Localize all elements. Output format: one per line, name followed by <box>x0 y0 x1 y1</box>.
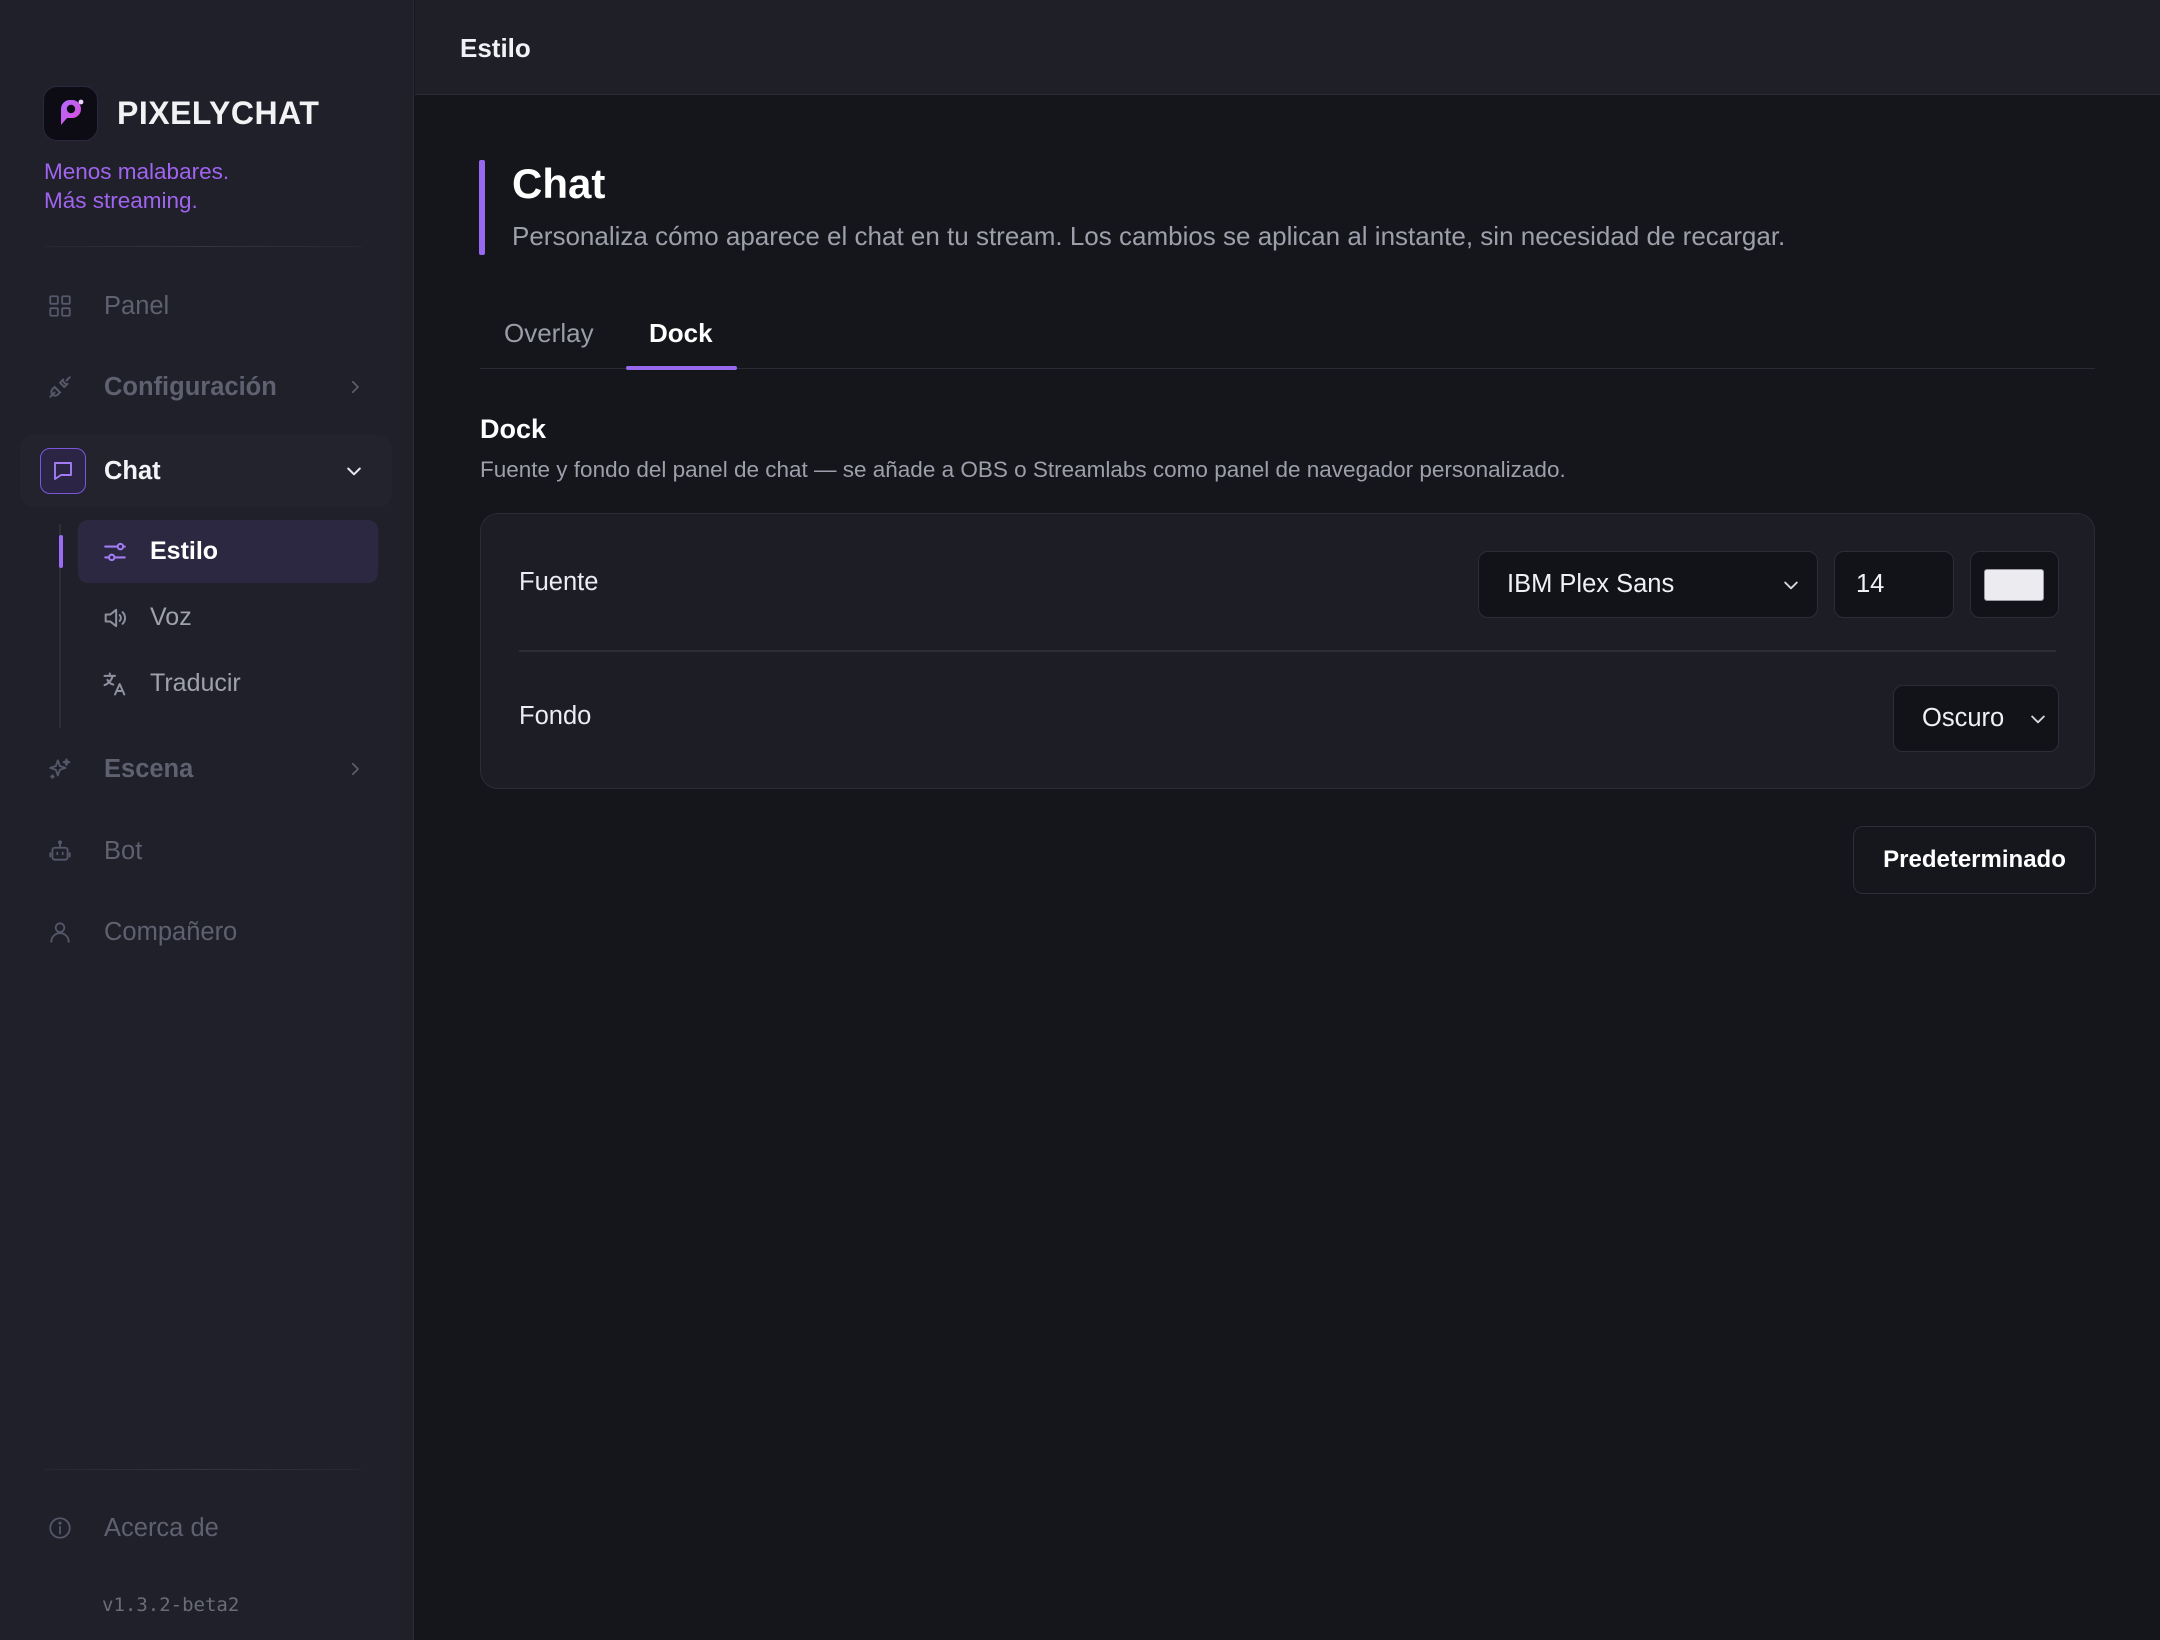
font-color-swatch <box>1984 569 2044 601</box>
font-family-value: IBM Plex Sans <box>1507 570 1675 598</box>
chevron-down-icon <box>1781 575 1801 595</box>
sidebar-item-bot[interactable]: Bot <box>20 815 392 887</box>
robot-icon <box>45 836 75 866</box>
sidebar-item-label: Panel <box>104 291 170 320</box>
topbar: Estilo <box>415 0 2160 95</box>
sidebar-item-escena[interactable]: Escena <box>20 733 392 805</box>
font-label: Fuente <box>519 568 599 596</box>
user-icon <box>45 917 75 947</box>
sliders-icon <box>100 537 130 567</box>
chevron-right-icon <box>346 378 364 396</box>
sidebar-item-panel[interactable]: Panel <box>20 270 392 342</box>
sidebar-subitem-estilo[interactable]: Estilo <box>78 520 378 583</box>
sidebar-subitem-traducir[interactable]: Traducir <box>78 652 378 715</box>
app-name: PIXELYCHAT <box>117 95 320 131</box>
sidebar-subitem-voz[interactable]: Voz <box>78 586 378 649</box>
translate-icon <box>100 669 130 699</box>
sidebar-footer-divider <box>44 1469 362 1470</box>
info-icon <box>45 1513 75 1543</box>
chevron-down-icon <box>344 461 364 481</box>
tabs: Overlay Dock <box>480 312 2095 370</box>
grid-icon <box>45 291 75 321</box>
plug-icon <box>45 372 75 402</box>
sidebar-divider <box>44 246 362 247</box>
page-title: Chat <box>512 160 606 207</box>
font-size-input[interactable]: 14 <box>1834 551 1954 618</box>
submenu-active-marker <box>59 535 63 568</box>
tagline-line-2: Más streaming. <box>44 188 198 213</box>
speaker-icon <box>100 603 130 633</box>
sidebar-item-label: Bot <box>104 836 143 865</box>
sidebar-subitem-label: Voz <box>150 603 192 631</box>
tagline-line-1: Menos malabares. <box>44 159 230 184</box>
brand[interactable]: PIXELYCHAT <box>43 86 319 141</box>
sparkles-icon <box>45 754 75 784</box>
font-color-picker[interactable] <box>1970 551 2059 618</box>
reset-default-button[interactable]: Predeterminado <box>1853 826 2096 894</box>
chevron-right-icon <box>346 760 364 778</box>
sidebar-item-label: Chat <box>104 456 161 485</box>
sidebar-item-acerca-de[interactable]: Acerca de <box>20 1492 392 1564</box>
background-select[interactable]: Oscuro <box>1893 685 2059 752</box>
pixelychat-logo-icon <box>43 86 98 141</box>
sidebar-item-label: Acerca de <box>104 1513 219 1542</box>
page-subtitle: Personaliza cómo aparece el chat en tu s… <box>512 221 1786 251</box>
sidebar-item-companero[interactable]: Compañero <box>20 896 392 968</box>
font-family-select[interactable]: IBM Plex Sans <box>1478 551 1818 618</box>
row-divider <box>519 650 2056 652</box>
sidebar-item-label: Compañero <box>104 917 238 946</box>
page-title-accent-bar <box>479 160 485 255</box>
section-title: Dock <box>480 414 547 444</box>
section-description: Fuente y fondo del panel de chat — se añ… <box>480 457 1566 482</box>
sidebar-item-label: Configuración <box>104 372 277 401</box>
background-value: Oscuro <box>1922 704 2005 732</box>
font-size-value: 14 <box>1856 570 1885 598</box>
background-label: Fondo <box>519 702 592 730</box>
sidebar-item-chat[interactable]: Chat <box>20 435 392 507</box>
active-tab-indicator <box>626 366 737 370</box>
dock-settings-card: Fuente IBM Plex Sans 14 Fondo Oscuro <box>480 513 2095 789</box>
app-version: v1.3.2-beta2 <box>102 1594 240 1616</box>
tab-dock[interactable]: Dock <box>649 318 713 349</box>
sidebar-item-configuracion[interactable]: Configuración <box>20 351 392 423</box>
sidebar-subitem-label: Estilo <box>150 537 219 565</box>
chevron-down-icon <box>2028 709 2048 729</box>
tab-overlay[interactable]: Overlay <box>504 318 594 349</box>
tagline: Menos malabares. Más streaming. <box>44 157 229 215</box>
sidebar-item-label: Escena <box>104 754 194 783</box>
sidebar: PIXELYCHAT Menos malabares. Más streamin… <box>0 0 414 1640</box>
chat-bubble-icon <box>40 448 86 494</box>
sidebar-subitem-label: Traducir <box>150 669 241 697</box>
topbar-title: Estilo <box>460 33 531 63</box>
